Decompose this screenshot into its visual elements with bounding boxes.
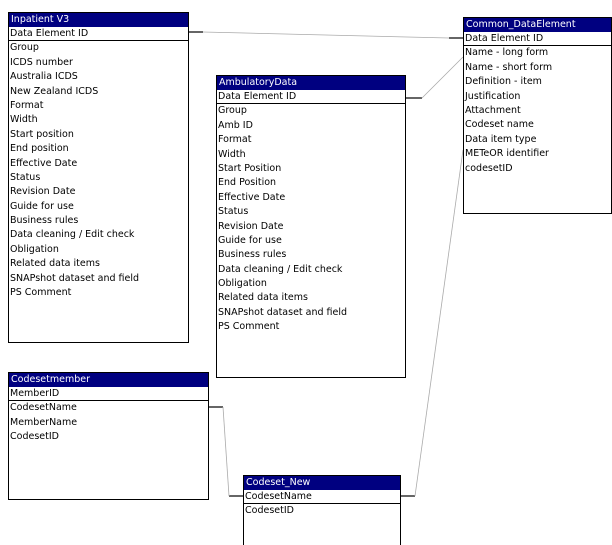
key-field: CodesetName xyxy=(244,490,400,505)
field-item: Format xyxy=(218,134,252,146)
field-item: SNAPshot dataset and field xyxy=(218,306,348,318)
field-item: METeOR identifier xyxy=(465,148,549,160)
field-item: PS Comment xyxy=(218,321,280,333)
field-item: Format xyxy=(10,99,44,111)
field-item: Data cleaning / Edit check xyxy=(10,229,135,241)
field-item: Start Position xyxy=(218,162,282,174)
key-field: Data Element ID xyxy=(464,32,611,47)
field-list: Data Element ID Group Amb ID Format Width Sta… xyxy=(217,90,405,335)
field-item: Data cleaning / Edit check xyxy=(218,263,343,275)
field-item: Obligation xyxy=(10,243,59,255)
field-item: Definition - item xyxy=(465,76,542,88)
field-item: CodesetName xyxy=(10,402,77,414)
field-item: Justification xyxy=(465,90,521,102)
field-item: Data item type xyxy=(465,133,537,145)
field-list: MemberID CodesetName MemberName CodesetID xyxy=(9,387,208,445)
field-item: Name - short form xyxy=(465,61,553,73)
connector-inpatient-common xyxy=(202,31,450,39)
field-list: Data Element ID Name - long form Name - sh… xyxy=(464,32,611,176)
field-item: CodesetID xyxy=(10,431,59,443)
table-inpatient-v3[interactable]: Inpatient V3 Data Element ID Group ICDS nu… xyxy=(8,12,189,343)
field-item: Group xyxy=(218,105,247,117)
relationship-diagram: Inpatient V3 Data Element ID Group ICDS nu… xyxy=(0,0,612,545)
field-item: Related data items xyxy=(218,292,308,304)
field-item: Guide for use xyxy=(10,200,74,212)
field-item: Revision Date xyxy=(10,186,76,198)
field-item: Status xyxy=(218,206,249,218)
field-list: Data Element ID Group ICDS number Australia… xyxy=(9,27,188,300)
field-item: End Position xyxy=(218,177,277,189)
field-item: Name - long form xyxy=(465,47,549,59)
table-common-data-element[interactable]: Common_DataElement Data Element ID Name -… xyxy=(463,17,612,214)
connector-codesetnew-common xyxy=(414,149,464,497)
field-item: Business rules xyxy=(218,249,287,261)
table-title: Inpatient V3 xyxy=(9,13,188,27)
field-item: Related data items xyxy=(10,258,100,270)
field-item: Effective Date xyxy=(218,191,286,203)
field-item: MemberName xyxy=(10,416,78,428)
table-title: Common_DataElement xyxy=(464,18,611,32)
table-title: AmbulatoryData xyxy=(217,76,405,90)
field-item: Start position xyxy=(10,128,74,140)
key-field: Data Element ID xyxy=(217,90,405,105)
field-item: Amb ID xyxy=(218,119,253,131)
field-item: ICDS number xyxy=(10,56,73,68)
connector-codesetmember-codesetnew xyxy=(222,406,230,497)
field-item: SNAPshot dataset and field xyxy=(10,272,140,284)
field-item: Attachment xyxy=(465,104,521,116)
table-codeset-new[interactable]: Codeset_New CodesetName CodesetID xyxy=(243,475,401,545)
field-list: CodesetName CodesetID xyxy=(244,490,400,519)
field-item: Effective Date xyxy=(10,157,78,169)
field-item: Width xyxy=(10,114,38,126)
key-field: MemberID xyxy=(9,387,208,402)
table-ambulatory-data[interactable]: AmbulatoryData Data Element ID Group Amb I… xyxy=(216,75,406,378)
key-field: Data Element ID xyxy=(9,27,188,42)
field-item: PS Comment xyxy=(10,287,72,299)
connector-ambulatory-common xyxy=(421,56,464,99)
field-item: End position xyxy=(10,143,69,155)
field-item: Status xyxy=(10,171,41,183)
field-item: Width xyxy=(218,148,246,160)
field-item: Group xyxy=(10,42,39,54)
field-item: Australia ICDS xyxy=(10,71,78,83)
table-codesetmember[interactable]: Codesetmember MemberID CodesetName MemberN… xyxy=(8,372,209,500)
field-item: Revision Date xyxy=(218,220,284,232)
field-item: Codeset name xyxy=(465,119,534,131)
field-item: CodesetID xyxy=(245,505,294,517)
field-item: Guide for use xyxy=(218,234,282,246)
field-item: Business rules xyxy=(10,215,79,227)
field-item: Obligation xyxy=(218,278,267,290)
table-title: Codesetmember xyxy=(9,373,208,387)
field-item: New Zealand ICDS xyxy=(10,85,99,97)
table-title: Codeset_New xyxy=(244,476,400,490)
field-item: codesetID xyxy=(465,162,513,174)
